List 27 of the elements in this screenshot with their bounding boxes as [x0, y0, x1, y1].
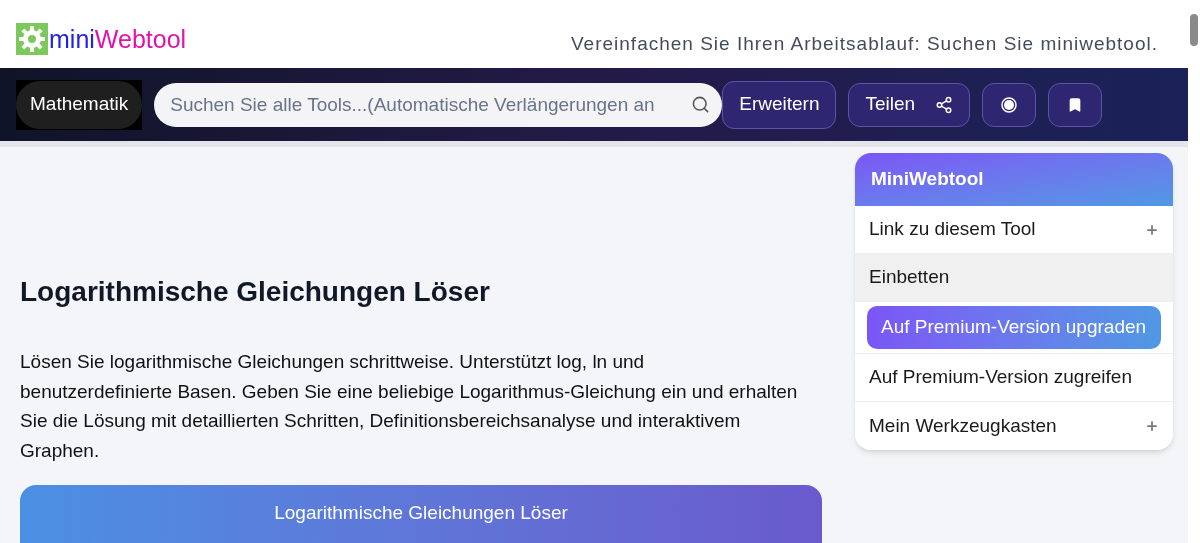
item-label: Link zu diesem Tool [869, 217, 1036, 242]
circle-icon [1001, 96, 1018, 113]
bookmark-button[interactable] [1048, 82, 1103, 127]
site-logo[interactable]: miniWebtool [49, 20, 187, 58]
item-label: Mein Werkzeugkasten [869, 413, 1057, 438]
plus-icon [1145, 419, 1159, 433]
scrollbar-thumb[interactable] [1190, 14, 1198, 46]
description: Lösen Sie logarithmische Gleichungen schrittweise. Unterstützt log, ln und benutzerdefinierte Basen. Geben Sie eine beliebige Logarithmus-Gleichung ein und erhalten Sie die Lösung mit detaillierten Schritten, Definitionsbereichsanalyse und interaktivem Graphen. [20, 350, 799, 463]
plus-icon [1145, 222, 1159, 237]
share-icon [935, 95, 954, 114]
sidebar-item[interactable]: Einbetten [855, 254, 1173, 302]
sidebar-item[interactable]: Link zu diesem Tool [855, 206, 1173, 254]
sidebar-item[interactable]: Mein Werkzeugkasten [855, 402, 1173, 450]
search-icon [691, 94, 711, 114]
page-title: Logarithmische Gleichungen Löser [20, 275, 491, 309]
upgrade-button[interactable]: Auf Premium-Version upgraden [867, 306, 1161, 349]
record-button[interactable] [982, 82, 1037, 127]
sidebar-item[interactable]: Auf Premium-Version zugreifen [855, 354, 1173, 402]
share-button[interactable]: Teilen [848, 82, 971, 127]
expand-button[interactable]: Erweitern [722, 80, 837, 129]
gear-logo-icon [16, 23, 48, 56]
card-title: Logarithmische Gleichungen Löser [274, 501, 568, 525]
category-button[interactable]: Mathematik [16, 80, 143, 129]
sidebar-title: MiniWebtool [871, 167, 984, 192]
search-field[interactable]: Suchen Sie alle Tools...(Automatische Verlängerungen an [154, 82, 723, 127]
scrollbar[interactable] [1188, 0, 1200, 543]
tagline: Vereinfachen Sie Ihren Arbeitsablauf: Suchen Sie miniwebtool. [571, 31, 1159, 56]
